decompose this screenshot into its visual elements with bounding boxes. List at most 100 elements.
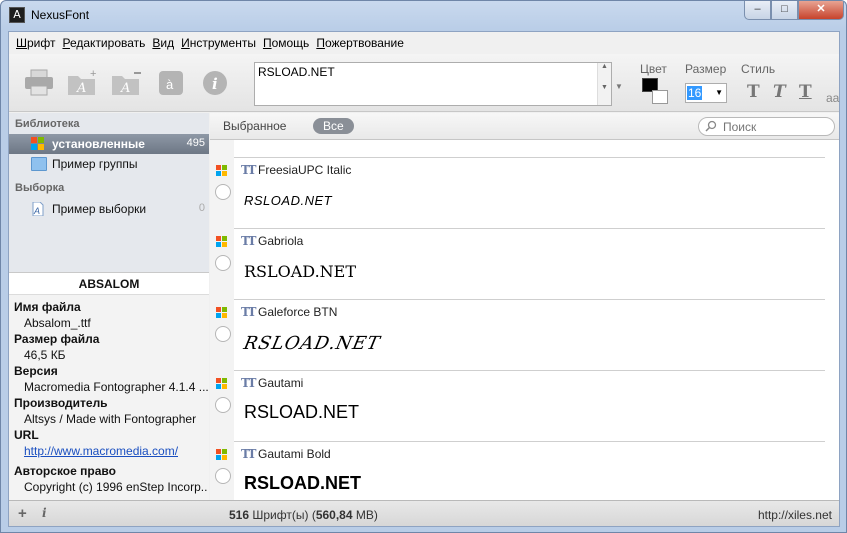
- font-preview: RSLOAD.NET: [241, 333, 383, 354]
- menu-edit[interactable]: Редактировать: [59, 32, 149, 54]
- client-area: Шрифт Редактировать Вид Инструменты Помо…: [8, 31, 840, 527]
- favorite-toggle[interactable]: [215, 255, 231, 271]
- app-logo-icon: A: [9, 7, 25, 23]
- svg-text:à: à: [166, 77, 174, 92]
- maximize-button[interactable]: □: [771, 1, 798, 20]
- menu-accel: П: [262, 36, 272, 50]
- chevron-down-icon: ▼: [715, 88, 723, 97]
- window-controls: – □ ✕: [744, 1, 844, 21]
- library-item-label: установленные: [52, 137, 145, 151]
- toolbar: A + A à i RSLOAD.NET ▲ ▼ ▼ Цвет Размер 16: [9, 54, 839, 112]
- info-icon[interactable]: i: [199, 68, 231, 98]
- truetype-icon: TT: [241, 163, 257, 177]
- remove-font-icon[interactable]: A: [110, 68, 142, 98]
- preview-text-box: RSLOAD.NET ▲ ▼: [254, 62, 612, 106]
- truetype-icon: TT: [241, 234, 257, 248]
- close-button[interactable]: ✕: [798, 1, 844, 20]
- detail-url-link[interactable]: http://www.macromedia.com/: [24, 444, 178, 458]
- underline-style-button[interactable]: T: [799, 82, 812, 102]
- menu-donate[interactable]: Пожертвование: [313, 32, 408, 54]
- preview-text-input[interactable]: RSLOAD.NET: [258, 65, 596, 103]
- total-size: 560,84: [315, 508, 353, 522]
- detail-label: Размер файла: [14, 332, 100, 346]
- favorite-toggle[interactable]: [215, 397, 231, 413]
- font-entry[interactable]: TT Galeforce BTN RSLOAD.NET: [210, 299, 825, 370]
- font-file-icon: A: [31, 201, 47, 217]
- add-font-icon[interactable]: A +: [66, 68, 98, 98]
- font-name: Gabriola: [258, 234, 304, 248]
- filter-bar: Выбранное Все: [210, 113, 839, 140]
- preview-history-dropdown[interactable]: ▼: [615, 82, 623, 91]
- character-map-icon[interactable]: à: [155, 68, 187, 98]
- detail-value: 46,5 КБ: [24, 348, 66, 362]
- menu-label: рифт: [27, 36, 56, 50]
- menu-accel: И: [181, 36, 190, 50]
- size-label: Размер: [685, 62, 727, 76]
- font-entry[interactable]: TT FreesiaUPC Italic RSLOAD.NET: [210, 157, 825, 228]
- menu-accel: П: [316, 36, 325, 50]
- svg-text:A: A: [76, 81, 86, 96]
- windows-logo-icon: [216, 449, 228, 461]
- add-group-icon[interactable]: +: [18, 505, 27, 522]
- website-link[interactable]: http://xiles.net: [758, 508, 832, 522]
- font-count: 516: [229, 508, 250, 522]
- menu-label: ид: [160, 36, 175, 50]
- truetype-icon: TT: [241, 305, 257, 319]
- detail-label: Производитель: [14, 396, 108, 410]
- svg-text:+: +: [90, 68, 96, 80]
- font-name: Gautami: [258, 376, 304, 390]
- selection-item-sample[interactable]: A Пример выборки 0: [9, 199, 209, 219]
- font-entry[interactable]: TT Gabriola RSLOAD.NET: [210, 228, 825, 299]
- library-item-sample-group[interactable]: Пример группы: [9, 154, 209, 174]
- info-icon[interactable]: i: [42, 506, 47, 520]
- preview-text-scrollbar[interactable]: ▲ ▼: [597, 63, 611, 105]
- search-input[interactable]: [721, 120, 829, 134]
- detail-label: Версия: [14, 364, 58, 378]
- font-name: FreesiaUPC Italic: [258, 163, 352, 177]
- font-details-title: ABSALOM: [9, 273, 209, 295]
- favorite-toggle[interactable]: [215, 184, 231, 200]
- truetype-icon: TT: [241, 376, 257, 390]
- favorite-toggle[interactable]: [215, 468, 231, 484]
- total-size-unit: MB: [355, 508, 374, 522]
- menu-font[interactable]: Шрифт: [13, 32, 59, 54]
- windows-logo-icon: [216, 307, 228, 319]
- anti-alias-button[interactable]: aa: [826, 91, 839, 105]
- svg-text:A: A: [120, 81, 130, 96]
- favorite-toggle[interactable]: [215, 326, 231, 342]
- detail-label: URL: [14, 428, 39, 442]
- font-count-label: Шрифт(ы): [252, 508, 309, 522]
- menu-tools[interactable]: Инструменты: [178, 32, 260, 54]
- app-window: A NexusFont – □ ✕ Шрифт Редактировать Ви…: [0, 0, 847, 533]
- menu-accel: Р: [62, 36, 70, 50]
- font-count-status: 516 Шрифт(ы) (560,84 MB): [229, 508, 378, 522]
- svg-text:i: i: [212, 75, 218, 93]
- minimize-button[interactable]: –: [744, 1, 771, 20]
- library-item-label: Пример группы: [52, 157, 138, 171]
- style-label: Стиль: [741, 62, 776, 76]
- windows-logo-icon: [216, 378, 228, 390]
- menu-accel: Ш: [16, 36, 27, 50]
- font-entry[interactable]: TT Gautami Bold RSLOAD.NET: [210, 441, 825, 500]
- font-name: Galeforce BTN: [258, 305, 338, 319]
- font-name: Gautami Bold: [258, 447, 331, 461]
- print-icon[interactable]: [23, 68, 55, 98]
- size-select[interactable]: 16 ▼: [685, 83, 727, 103]
- font-preview: RSLOAD.NET: [244, 262, 356, 281]
- background-color-swatch[interactable]: [652, 90, 668, 104]
- tab-all[interactable]: Все: [313, 118, 354, 134]
- bold-style-button[interactable]: T: [747, 82, 760, 102]
- truetype-icon: TT: [241, 447, 257, 461]
- selection-header: Выборка: [15, 182, 65, 194]
- menu-help[interactable]: Помощь: [260, 32, 313, 54]
- font-details-panel: ABSALOM Имя файла Absalom_.ttf Размер фа…: [9, 272, 209, 500]
- tab-favorites[interactable]: Выбранное: [223, 119, 286, 133]
- menu-view[interactable]: Вид: [149, 32, 178, 54]
- title-bar[interactable]: A NexusFont – □ ✕: [1, 1, 846, 31]
- separator: [234, 228, 825, 229]
- font-entry[interactable]: TT Gautami RSLOAD.NET: [210, 370, 825, 441]
- italic-style-button[interactable]: T: [773, 82, 786, 102]
- library-item-installed[interactable]: установленные 495: [9, 134, 209, 154]
- library-section: Библиотека установленные 495 Пример груп…: [9, 113, 209, 272]
- windows-logo-icon: [31, 137, 47, 151]
